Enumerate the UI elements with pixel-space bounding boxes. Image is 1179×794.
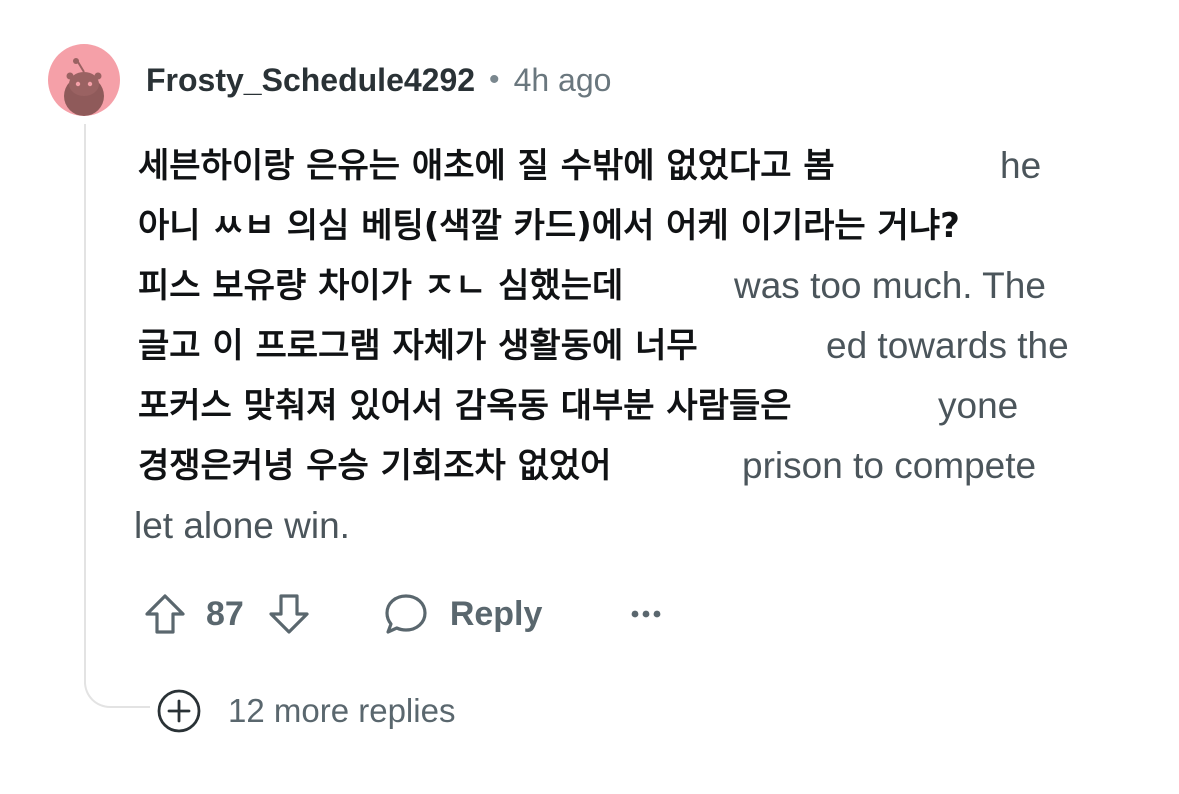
more-replies-button[interactable]: 12 more replies bbox=[156, 688, 455, 734]
speech-bubble-icon bbox=[382, 590, 430, 638]
separator-dot: • bbox=[489, 63, 500, 96]
snoo-avatar-icon bbox=[64, 58, 104, 116]
comment-body: he 세븐하이랑 은유는 애초에 질 수밖에 없었다고 봄 아니 ㅆㅂ 의심 베… bbox=[134, 136, 1164, 556]
vote-count: 87 bbox=[206, 594, 244, 633]
more-replies-label: 12 more replies bbox=[228, 692, 456, 729]
comment-line-tail: yone bbox=[938, 385, 1019, 426]
thread-line bbox=[84, 124, 86, 684]
reply-label: Reply bbox=[449, 594, 543, 633]
comment-line: prison to compete 경쟁은커녕 우승 기회조차 없었어 bbox=[134, 436, 1164, 496]
translation-overlay: 포커스 맞춰져 있어서 감옥동 대부분 사람들은 bbox=[134, 382, 796, 430]
comment-line-tail: was too much. The bbox=[734, 265, 1046, 306]
translation-overlay: 아니 ㅆㅂ 의심 베팅(색깔 카드)에서 어케 이기라는 거냐? bbox=[134, 202, 964, 250]
arrow-up-icon[interactable] bbox=[142, 591, 188, 637]
ellipsis-icon[interactable] bbox=[630, 608, 662, 620]
translation-overlay: 글고 이 프로그램 자체가 생활동에 너무 bbox=[134, 322, 702, 370]
comment-last-line: let alone win. bbox=[134, 505, 350, 546]
translation-overlay: 경쟁은커녕 우승 기회조차 없었어 bbox=[134, 442, 616, 490]
arrow-down-icon[interactable] bbox=[266, 591, 312, 637]
comment-header: Frosty_Schedule4292 • 4h ago bbox=[146, 58, 611, 102]
timestamp: 4h ago bbox=[513, 61, 612, 98]
comment-line-tail: he bbox=[1000, 145, 1042, 186]
translation-overlay: 피스 보유량 차이가 ㅈㄴ 심했는데 bbox=[134, 262, 628, 310]
comment-actions: 87 Reply bbox=[142, 586, 662, 642]
comment-line: yone 포커스 맞춰져 있어서 감옥동 대부분 사람들은 bbox=[134, 376, 1164, 436]
comment-line: he 세븐하이랑 은유는 애초에 질 수밖에 없었다고 봄 bbox=[134, 136, 1164, 196]
user-avatar[interactable] bbox=[48, 44, 120, 116]
comment-line: 아니 ㅆㅂ 의심 베팅(색깔 카드)에서 어케 이기라는 거냐? bbox=[134, 196, 1164, 256]
comment-line-tail: prison to compete bbox=[742, 445, 1037, 486]
comment-line: ed towards the 글고 이 프로그램 자체가 생활동에 너무 bbox=[134, 316, 1164, 376]
comment-line: was too much. The 피스 보유량 차이가 ㅈㄴ 심했는데 bbox=[134, 256, 1164, 316]
username[interactable]: Frosty_Schedule4292 bbox=[146, 62, 475, 99]
comment-line-tail: ed towards the bbox=[826, 325, 1069, 366]
plus-circle-icon bbox=[156, 688, 202, 734]
reply-button[interactable]: Reply bbox=[382, 590, 543, 638]
translation-overlay: 세븐하이랑 은유는 애초에 질 수밖에 없었다고 봄 bbox=[134, 142, 839, 190]
thread-line-branch bbox=[84, 664, 150, 708]
